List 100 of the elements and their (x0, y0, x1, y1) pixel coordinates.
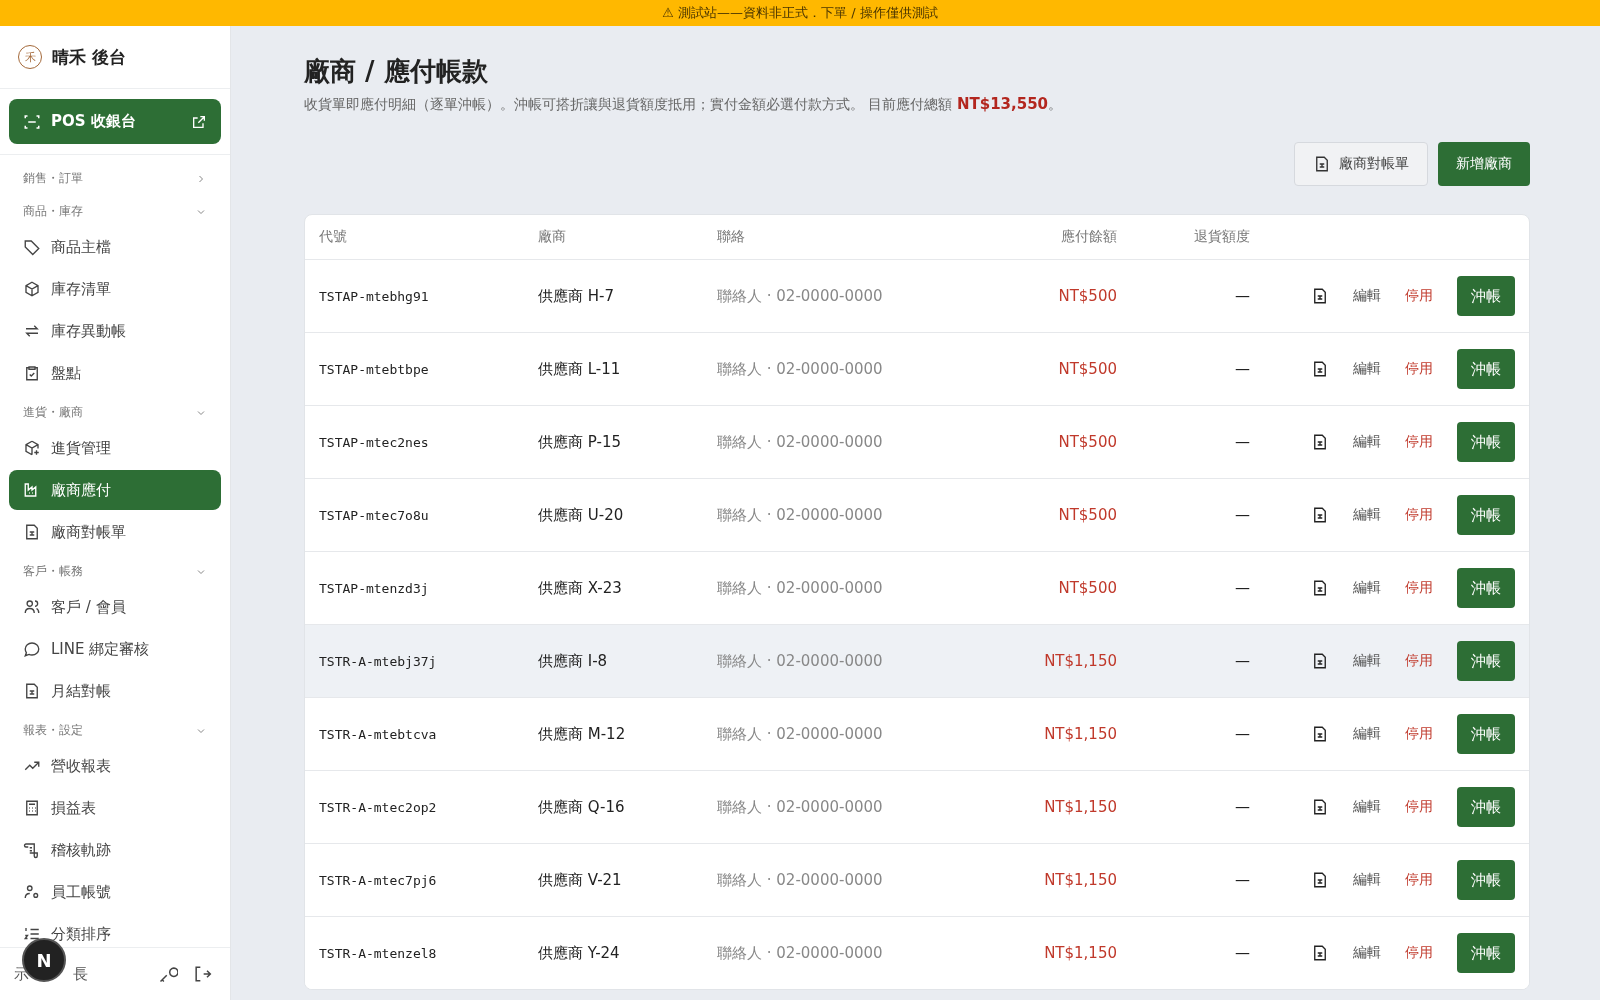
column-header: 廠商 (538, 228, 567, 246)
settle-button[interactable]: 沖帳 (1457, 641, 1515, 681)
payable-amount: NT$1,150 (1043, 652, 1117, 670)
boxplus-icon (23, 439, 41, 457)
scan-icon (23, 112, 41, 131)
nav-group-header[interactable]: 商品・庫存 (9, 194, 221, 227)
settle-button[interactable]: 沖帳 (1457, 349, 1515, 389)
return-credit: — (1234, 360, 1250, 378)
nav-item[interactable]: 庫存異動帳 (9, 311, 221, 351)
vendor-name: 供應商 V-21 (538, 870, 623, 890)
edit-link[interactable]: 編輯 (1353, 725, 1381, 743)
return-credit: — (1234, 506, 1250, 524)
nav-item[interactable]: 庫存清單 (9, 269, 221, 309)
document-icon[interactable] (1311, 652, 1329, 670)
usergear-icon (23, 883, 41, 901)
edit-link[interactable]: 編輯 (1353, 579, 1381, 597)
return-credit: — (1234, 798, 1250, 816)
table-row[interactable]: TSTR-A-mtebj37j 供應商 I-8 聯絡人 · 02-0000-0000 NT$1,150 — 編輯 停用 沖帳 (305, 624, 1529, 697)
settle-button[interactable]: 沖帳 (1457, 787, 1515, 827)
disable-link[interactable]: 停用 (1405, 652, 1433, 670)
chat-icon (23, 640, 41, 658)
disable-link[interactable]: 停用 (1405, 579, 1433, 597)
edit-link[interactable]: 編輯 (1353, 360, 1381, 378)
settle-button[interactable]: 沖帳 (1457, 495, 1515, 535)
disable-link[interactable]: 停用 (1405, 871, 1433, 889)
vendor-contact: 聯絡人 · 02-0000-0000 (717, 432, 884, 452)
document-icon[interactable] (1311, 944, 1329, 962)
statement-button[interactable]: 廠商對帳單 (1294, 142, 1428, 186)
document-icon[interactable] (1311, 287, 1329, 305)
logout-icon[interactable] (192, 964, 212, 984)
key-icon[interactable] (158, 964, 178, 984)
disable-link[interactable]: 停用 (1405, 506, 1433, 524)
nav-item[interactable]: 營收報表 (9, 746, 221, 786)
nav-item[interactable]: 員工帳號 (9, 872, 221, 912)
document-icon[interactable] (1311, 871, 1329, 889)
document-icon[interactable] (1311, 506, 1329, 524)
disable-link[interactable]: 停用 (1405, 433, 1433, 451)
settle-button[interactable]: 沖帳 (1457, 714, 1515, 754)
nav-item[interactable]: 商品主檔 (9, 227, 221, 267)
nav-group-header[interactable]: 客戶・帳務 (9, 554, 221, 587)
settle-button[interactable]: 沖帳 (1457, 276, 1515, 316)
vendor-code: TSTR-A-mtec7pj6 (319, 872, 438, 888)
disable-link[interactable]: 停用 (1405, 798, 1433, 816)
disable-link[interactable]: 停用 (1405, 725, 1433, 743)
add-vendor-button[interactable]: 新增廠商 (1438, 142, 1530, 186)
nav-item[interactable]: 損益表 (9, 788, 221, 828)
return-credit: — (1234, 944, 1250, 962)
vendor-name: 供應商 U-20 (538, 505, 625, 525)
nav-item[interactable]: 盤點 (9, 353, 221, 393)
vendor-contact: 聯絡人 · 02-0000-0000 (717, 870, 884, 890)
disable-link[interactable]: 停用 (1405, 944, 1433, 962)
vendor-contact: 聯絡人 · 02-0000-0000 (717, 359, 884, 379)
edit-link[interactable]: 編輯 (1353, 798, 1381, 816)
page-title: 廠商 / 應付帳款 (304, 55, 489, 88)
payable-amount: NT$1,150 (1043, 944, 1117, 962)
edit-link[interactable]: 編輯 (1353, 287, 1381, 305)
table-row[interactable]: TSTR-A-mtenzel8 供應商 Y-24 聯絡人 · 02-0000-0000 NT$1,150 — 編輯 停用 沖帳 (305, 916, 1529, 989)
vendor-code: TSTR-A-mtebtcva (319, 726, 438, 742)
document-icon[interactable] (1311, 433, 1329, 451)
edit-link[interactable]: 編輯 (1353, 506, 1381, 524)
document-icon[interactable] (1311, 360, 1329, 378)
nav-item[interactable]: 廠商應付 (9, 470, 221, 510)
vendor-contact: 聯絡人 · 02-0000-0000 (717, 578, 884, 598)
vendor-contact: 聯絡人 · 02-0000-0000 (717, 286, 884, 306)
payable-amount: NT$500 (1057, 433, 1117, 451)
return-credit: — (1234, 871, 1250, 889)
edit-link[interactable]: 編輯 (1353, 433, 1381, 451)
document-icon[interactable] (1311, 725, 1329, 743)
vendor-contact: 聯絡人 · 02-0000-0000 (717, 797, 884, 817)
disable-link[interactable]: 停用 (1405, 360, 1433, 378)
nav-group-header[interactable]: 報表・設定 (9, 713, 221, 746)
return-credit: — (1234, 652, 1250, 670)
vendor-code: TSTAP-mtec7o8u (319, 507, 430, 523)
settle-button[interactable]: 沖帳 (1457, 860, 1515, 900)
page-description: 收貨單即應付明細（逐單沖帳）。沖帳可搭折讓與退貨額度抵用；實付金額必選付款方式。 目前應付總額 NT$13,550。 (304, 95, 1063, 114)
nav-item[interactable]: 客戶 / 會員 (9, 587, 221, 627)
vendor-name: 供應商 Q-16 (538, 797, 626, 817)
nav-item[interactable]: 稽核軌跡 (9, 830, 221, 870)
edit-link[interactable]: 編輯 (1353, 871, 1381, 889)
column-header: 聯絡 (717, 228, 746, 246)
nav-group-header[interactable]: 進貨・廠商 (9, 395, 221, 428)
nav-group-header[interactable]: 銷售・訂單 (9, 161, 221, 194)
document-icon[interactable] (1311, 798, 1329, 816)
vendor-code: TSTAP-mtebhg91 (319, 288, 430, 304)
nav-item[interactable]: 廠商對帳單 (9, 512, 221, 552)
pos-button[interactable]: POS 收銀台 (9, 99, 221, 144)
nav-item[interactable]: 進貨管理 (9, 428, 221, 468)
settle-button[interactable]: 沖帳 (1457, 422, 1515, 462)
tag-icon (23, 238, 41, 256)
document-icon[interactable] (1311, 579, 1329, 597)
return-credit: — (1234, 287, 1250, 305)
vendor-name: 供應商 H-7 (538, 286, 615, 306)
nav-item[interactable]: LINE 綁定審核 (9, 629, 221, 669)
settle-button[interactable]: 沖帳 (1457, 933, 1515, 973)
edit-link[interactable]: 編輯 (1353, 944, 1381, 962)
disable-link[interactable]: 停用 (1405, 287, 1433, 305)
nav-item[interactable]: 月結對帳 (9, 671, 221, 711)
edit-link[interactable]: 編輯 (1353, 652, 1381, 670)
settle-button[interactable]: 沖帳 (1457, 568, 1515, 608)
sheet-icon (23, 523, 41, 541)
